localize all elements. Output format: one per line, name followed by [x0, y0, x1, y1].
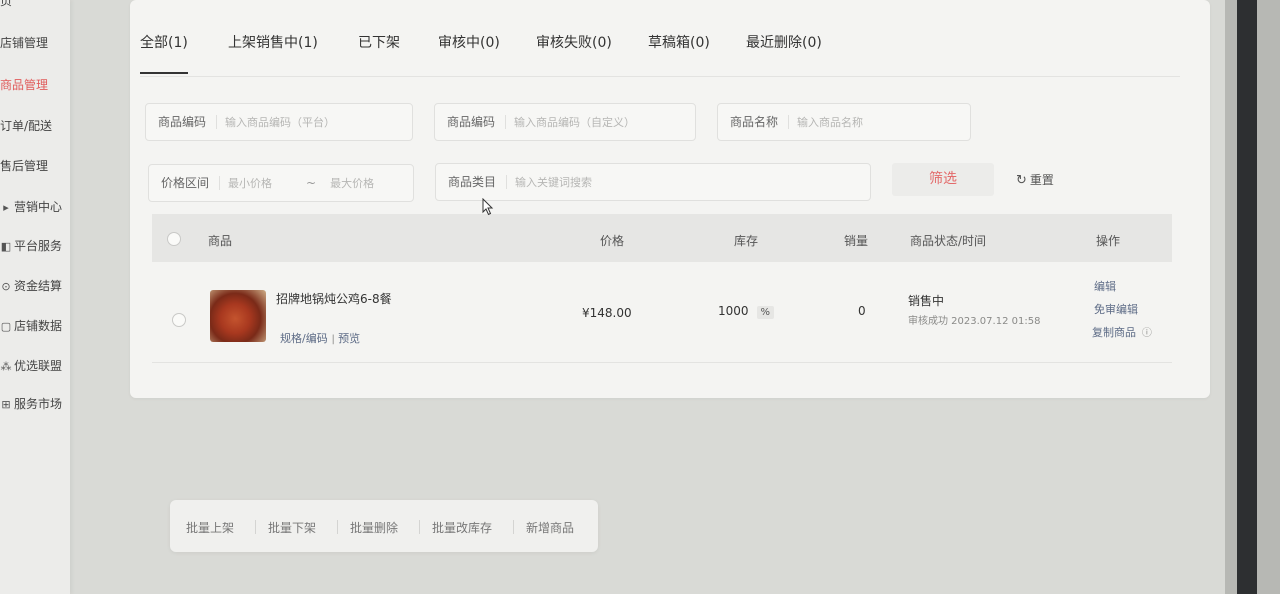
sidebar-item-orders[interactable]: 订单/配送 — [0, 117, 52, 134]
divider — [419, 520, 420, 534]
spec-code-link[interactable]: 规格/编码 — [280, 332, 328, 345]
batch-action-bar: 批量上架 批量下架 批量删除 批量改库存 新增商品 — [170, 500, 598, 552]
min-price-input[interactable] — [220, 175, 301, 191]
batch-delist-button[interactable]: 批量下架 — [268, 519, 316, 536]
product-list-panel: 全部(1) 上架销售中(1) 已下架 审核中(0) 审核失败(0) 草稿箱(0)… — [130, 0, 1210, 398]
product-name: 招牌地锅炖公鸡6-8餐 — [276, 292, 392, 306]
market-icon: ⊞ — [1, 398, 11, 411]
product-name-input[interactable] — [789, 114, 970, 130]
field-label: 商品名称 — [718, 115, 790, 129]
chart-icon: ▢ — [0, 320, 12, 333]
sidebar-item-marketing[interactable]: ▸ 营销中心 — [0, 198, 62, 215]
coin-icon: ⊙ — [1, 280, 11, 293]
max-price-input[interactable] — [322, 175, 403, 191]
divider — [255, 520, 256, 534]
sidebar-item-alliance[interactable]: ⁂ 优选联盟 — [0, 357, 63, 374]
help-icon[interactable]: ⓘ — [1142, 328, 1152, 339]
product-code-custom-input[interactable] — [506, 114, 695, 130]
quick-edit-link[interactable]: 免审编辑 — [1094, 301, 1138, 317]
mouse-cursor-icon — [482, 198, 494, 216]
header-status: 商品状态/时间 — [910, 234, 987, 248]
sidebar-item-service-market[interactable]: ⊞ 服务市场 — [0, 395, 62, 412]
filter-button[interactable]: 筛选 — [892, 163, 994, 196]
header-sales: 销量 — [844, 234, 869, 248]
stock-edit-button[interactable]: % — [756, 306, 775, 319]
batch-stock-button[interactable]: 批量改库存 — [432, 519, 492, 536]
reset-button[interactable]: ↻ 重置 — [1016, 171, 1054, 188]
range-separator: ~ — [306, 176, 317, 190]
product-price: ¥148.00 — [582, 306, 632, 320]
tab-drafts[interactable]: 草稿箱(0) — [648, 32, 710, 52]
add-product-button[interactable]: 新增商品 — [526, 519, 574, 536]
select-all-checkbox[interactable] — [167, 232, 181, 246]
sidebar-item-store-management[interactable]: 店铺管理 — [0, 34, 48, 51]
edit-link[interactable]: 编辑 — [1094, 278, 1116, 294]
sidebar-item-platform-services[interactable]: ◧ 平台服务 — [0, 237, 62, 254]
batch-list-button[interactable]: 批量上架 — [186, 519, 234, 536]
sidebar-item-store-data[interactable]: ▢ 店铺数据 — [0, 317, 62, 334]
tab-in-review[interactable]: 审核中(0) — [438, 32, 500, 52]
sidebar: 页 店铺管理 商品管理 订单/配送 售后管理 ▸ 营销中心 ◧ 平台服务 ⊙ 资金结算… — [0, 0, 70, 594]
table-row: 招牌地锅炖公鸡6-8餐 规格/编码 | 预览 ¥148.00 1000% 0 销… — [152, 262, 1172, 363]
row-checkbox[interactable] — [172, 313, 186, 327]
network-icon: ⁂ — [0, 360, 12, 373]
status-tabs: 全部(1) 上架销售中(1) 已下架 审核中(0) 审核失败(0) 草稿箱(0)… — [140, 32, 1180, 77]
product-code-platform-input[interactable] — [217, 114, 412, 130]
megaphone-icon: ▸ — [3, 201, 9, 214]
sidebar-item-after-sales[interactable]: 售后管理 — [0, 157, 48, 174]
tab-recently-deleted[interactable]: 最近删除(0) — [746, 32, 822, 52]
price-range-field: 价格区间 ~ — [148, 164, 414, 202]
table-header: 商品 价格 库存 销量 商品状态/时间 操作 — [152, 214, 1172, 262]
product-status: 销售中 — [908, 294, 945, 308]
field-label: 价格区间 — [149, 176, 221, 190]
product-thumbnail — [210, 290, 266, 342]
refresh-icon: ↻ — [1016, 173, 1027, 188]
sidebar-item-home[interactable]: 页 — [0, 0, 12, 9]
tab-on-sale[interactable]: 上架销售中(1) — [228, 32, 318, 52]
batch-delete-button[interactable]: 批量删除 — [350, 519, 398, 536]
sidebar-item-product-management[interactable]: 商品管理 — [0, 76, 48, 93]
header-actions: 操作 — [1096, 234, 1121, 248]
product-stock: 1000 — [718, 304, 749, 318]
field-label: 商品编码 — [435, 115, 507, 129]
sidebar-item-settlement[interactable]: ⊙ 资金结算 — [0, 277, 62, 294]
tab-review-failed[interactable]: 审核失败(0) — [536, 32, 612, 52]
divider — [513, 520, 514, 534]
product-code-platform-field: 商品编码 — [145, 103, 413, 141]
product-name-field: 商品名称 — [717, 103, 971, 141]
field-label: 商品编码 — [146, 115, 218, 129]
copy-product-link[interactable]: 复制商品 — [1092, 326, 1136, 339]
product-code-custom-field: 商品编码 — [434, 103, 696, 141]
product-category-input[interactable] — [507, 174, 870, 190]
header-product: 商品 — [208, 234, 233, 248]
product-sales: 0 — [858, 304, 866, 318]
tab-all[interactable]: 全部(1) — [140, 32, 188, 74]
monitor-bezel — [1225, 0, 1280, 594]
reset-label: 重置 — [1029, 173, 1054, 187]
preview-link[interactable]: 预览 — [338, 332, 360, 345]
header-stock: 库存 — [734, 234, 759, 248]
status-time: 审核成功 2023.07.12 01:58 — [908, 316, 1041, 327]
platform-icon: ◧ — [0, 240, 12, 253]
header-price: 价格 — [600, 234, 625, 248]
divider — [337, 520, 338, 534]
product-category-field: 商品类目 — [435, 163, 871, 201]
tab-off-shelf[interactable]: 已下架 — [358, 32, 400, 52]
field-label: 商品类目 — [436, 175, 508, 189]
